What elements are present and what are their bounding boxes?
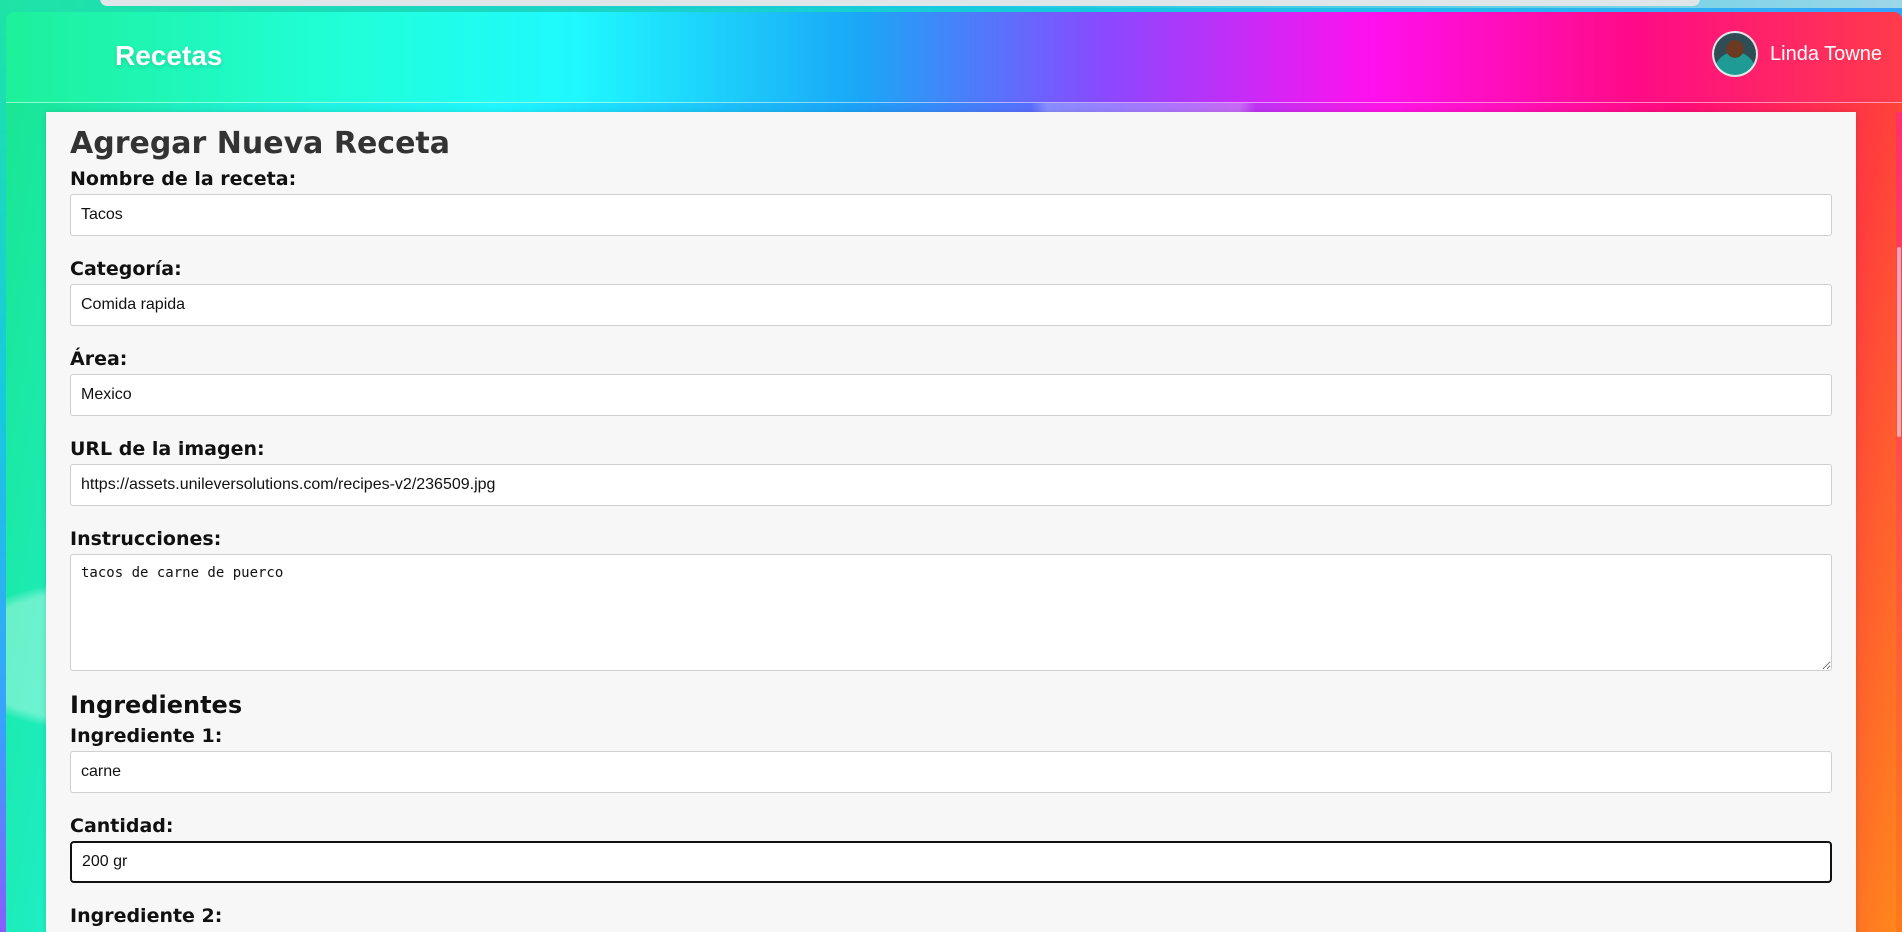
page-scrollbar-thumb[interactable] [1897,247,1901,437]
area-label: Área: [70,348,128,370]
ingredient-1-field: Ingrediente 1: [70,721,1832,793]
user-name[interactable]: Linda Towne [1770,43,1882,66]
image-url-input[interactable] [70,464,1832,506]
category-input[interactable] [70,284,1832,326]
recipe-form-panel: Agregar Nueva Receta Nombre de la receta… [46,112,1856,932]
ingredients-heading: Ingredientes [70,691,243,719]
browser-address-bar[interactable] [100,0,1700,6]
quantity-1-field: Cantidad: [70,811,1832,883]
area-field: Área: [70,344,1832,416]
quantity-1-label: Cantidad: [70,815,174,837]
category-label: Categoría: [70,258,182,280]
page-title: Agregar Nueva Receta [70,126,451,161]
instructions-field: Instrucciones: tacos de carne de puerco [70,524,1832,671]
user-avatar-icon[interactable] [1712,31,1759,77]
category-field: Categoría: [70,254,1832,326]
recipe-form: Agregar Nueva Receta Nombre de la receta… [70,124,1832,931]
image-url-field: URL de la imagen: [70,434,1832,506]
navbar: Recetas Linda Towne [6,12,1902,103]
page-scrollbar-track[interactable] [1896,112,1902,932]
browser-top-strip [0,0,1902,8]
instructions-textarea[interactable]: tacos de carne de puerco [70,554,1832,671]
ingredient-1-label: Ingrediente 1: [70,725,223,747]
app-window: Recetas Linda Towne Agregar Nueva Receta… [6,12,1902,932]
area-input[interactable] [70,374,1832,416]
recipe-name-label: Nombre de la receta: [70,168,297,190]
brand-link[interactable]: Recetas [115,40,222,72]
recipe-name-input[interactable] [70,194,1832,236]
image-url-label: URL de la imagen: [70,438,265,460]
quantity-1-input[interactable] [70,841,1832,883]
recipe-name-field: Nombre de la receta: [70,164,1832,236]
ingredient-2-field: Ingrediente 2: [70,901,1832,931]
ingredient-2-label: Ingrediente 2: [70,905,223,927]
user-menu[interactable]: Linda Towne [1712,31,1882,77]
ingredient-1-input[interactable] [70,751,1832,793]
instructions-label: Instrucciones: [70,528,222,550]
